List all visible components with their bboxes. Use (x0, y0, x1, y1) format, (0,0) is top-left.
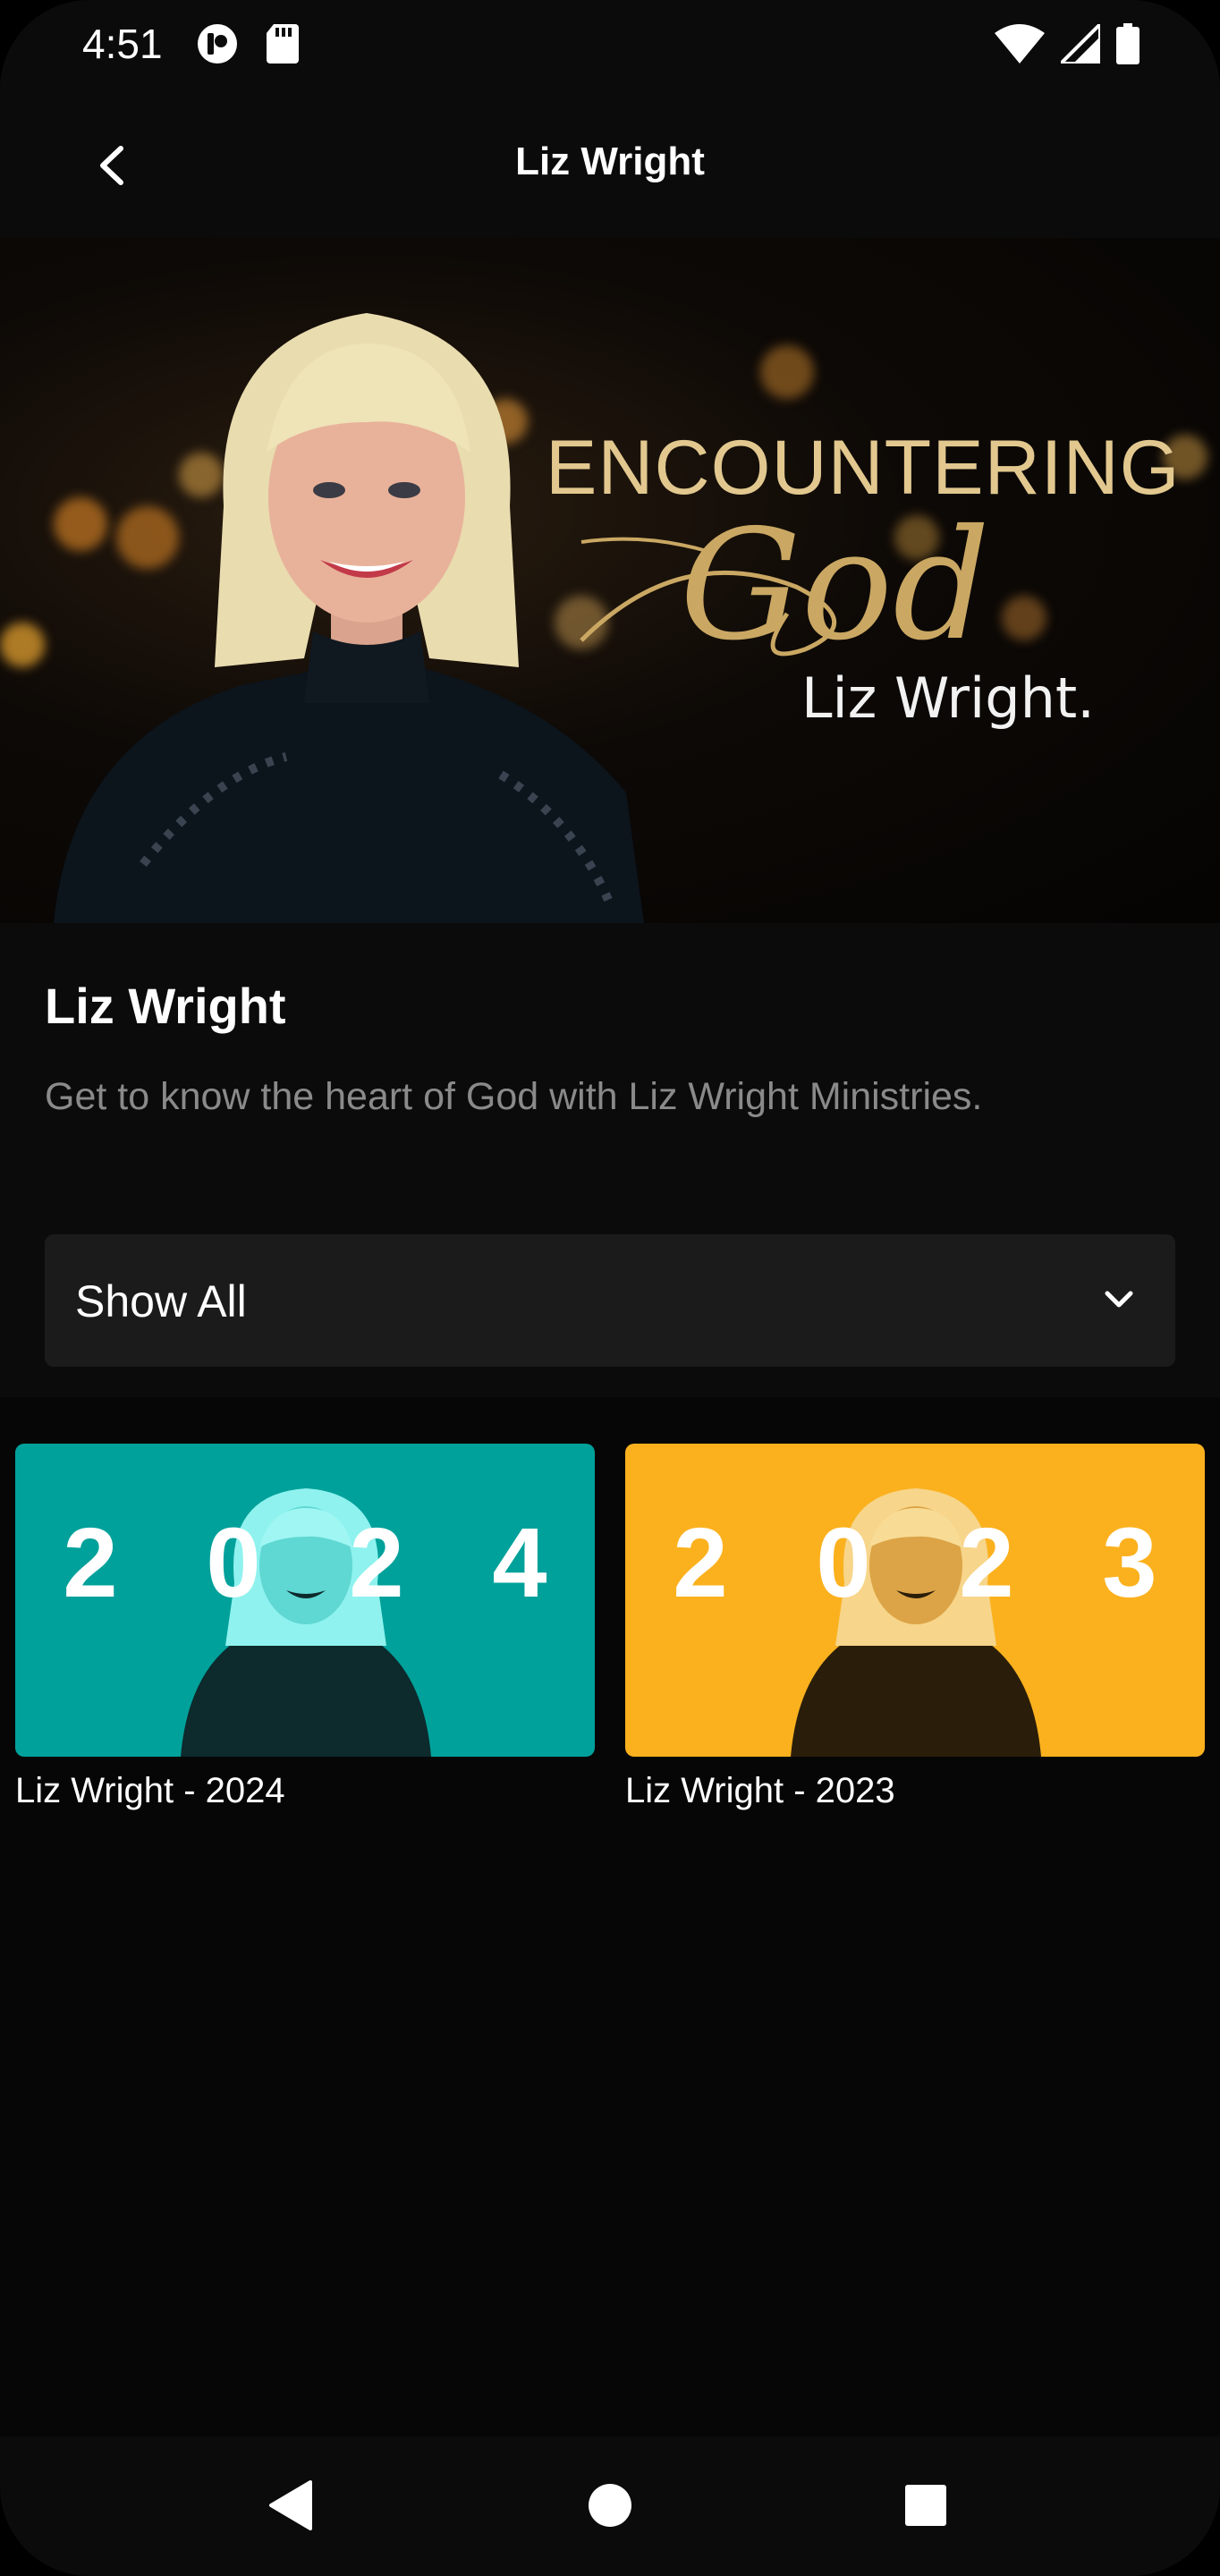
signal-icon (1061, 24, 1100, 64)
circle-home-icon (589, 2484, 631, 2527)
system-nav-bar (0, 2436, 1220, 2576)
series-title: Liz Wright (45, 978, 286, 1034)
info-section: Liz Wright Get to know the heart of God … (0, 923, 1220, 1397)
media-card-2023[interactable]: 2 0 2 3 Liz Wright - 2023 (625, 1444, 1205, 1811)
card-thumbnail: 2 0 2 3 (625, 1444, 1205, 1757)
filter-dropdown[interactable]: Show All (45, 1234, 1175, 1367)
card-digit: 4 (492, 1508, 547, 1618)
chevron-down-icon (1105, 1291, 1133, 1308)
square-recents-icon (905, 2485, 946, 2526)
status-right-icons (995, 23, 1140, 64)
card-digit: 3 (1102, 1508, 1157, 1618)
sd-card-icon (267, 24, 299, 64)
card-digit: 2 (959, 1508, 1014, 1618)
wifi-icon (995, 24, 1045, 64)
triangle-back-icon (269, 2480, 312, 2530)
filter-selected-label: Show All (75, 1276, 247, 1326)
status-left-icons (195, 21, 299, 66)
notification-app-icon (198, 24, 237, 64)
hero-banner: ENCOUNTERING God Liz Wright. (0, 238, 1220, 923)
hero-script-swash (580, 537, 836, 657)
battery-icon (1116, 23, 1140, 64)
nav-back-button[interactable] (259, 2474, 322, 2537)
status-bar: 4:51 (0, 0, 1220, 89)
card-thumbnail: 2 0 2 4 (15, 1444, 595, 1757)
status-time: 4:51 (82, 21, 163, 67)
app-bar: Liz Wright (0, 89, 1220, 238)
card-digit: 2 (673, 1508, 728, 1618)
media-grid: 2 0 2 4 Liz Wright - 2024 2 0 2 3 Liz Wr… (0, 1397, 1220, 2436)
card-label: Liz Wright - 2023 (625, 1771, 895, 1810)
card-digit: 0 (206, 1508, 261, 1618)
media-card-2024[interactable]: 2 0 2 4 Liz Wright - 2024 (15, 1444, 595, 1811)
nav-home-button[interactable] (579, 2474, 641, 2537)
hero-subtitle: Liz Wright. (801, 665, 1095, 731)
card-label: Liz Wright - 2024 (15, 1771, 285, 1810)
card-digit: 2 (63, 1508, 118, 1618)
page-title: Liz Wright (515, 140, 705, 183)
card-digit: 0 (816, 1508, 871, 1618)
series-description: Get to know the heart of God with Liz Wr… (45, 1075, 983, 1118)
card-digit: 2 (349, 1508, 404, 1618)
nav-recents-button[interactable] (894, 2474, 957, 2537)
phone-screen: 4:51 Liz Wright ENCOUNTERING God Liz Wri… (0, 0, 1220, 2576)
